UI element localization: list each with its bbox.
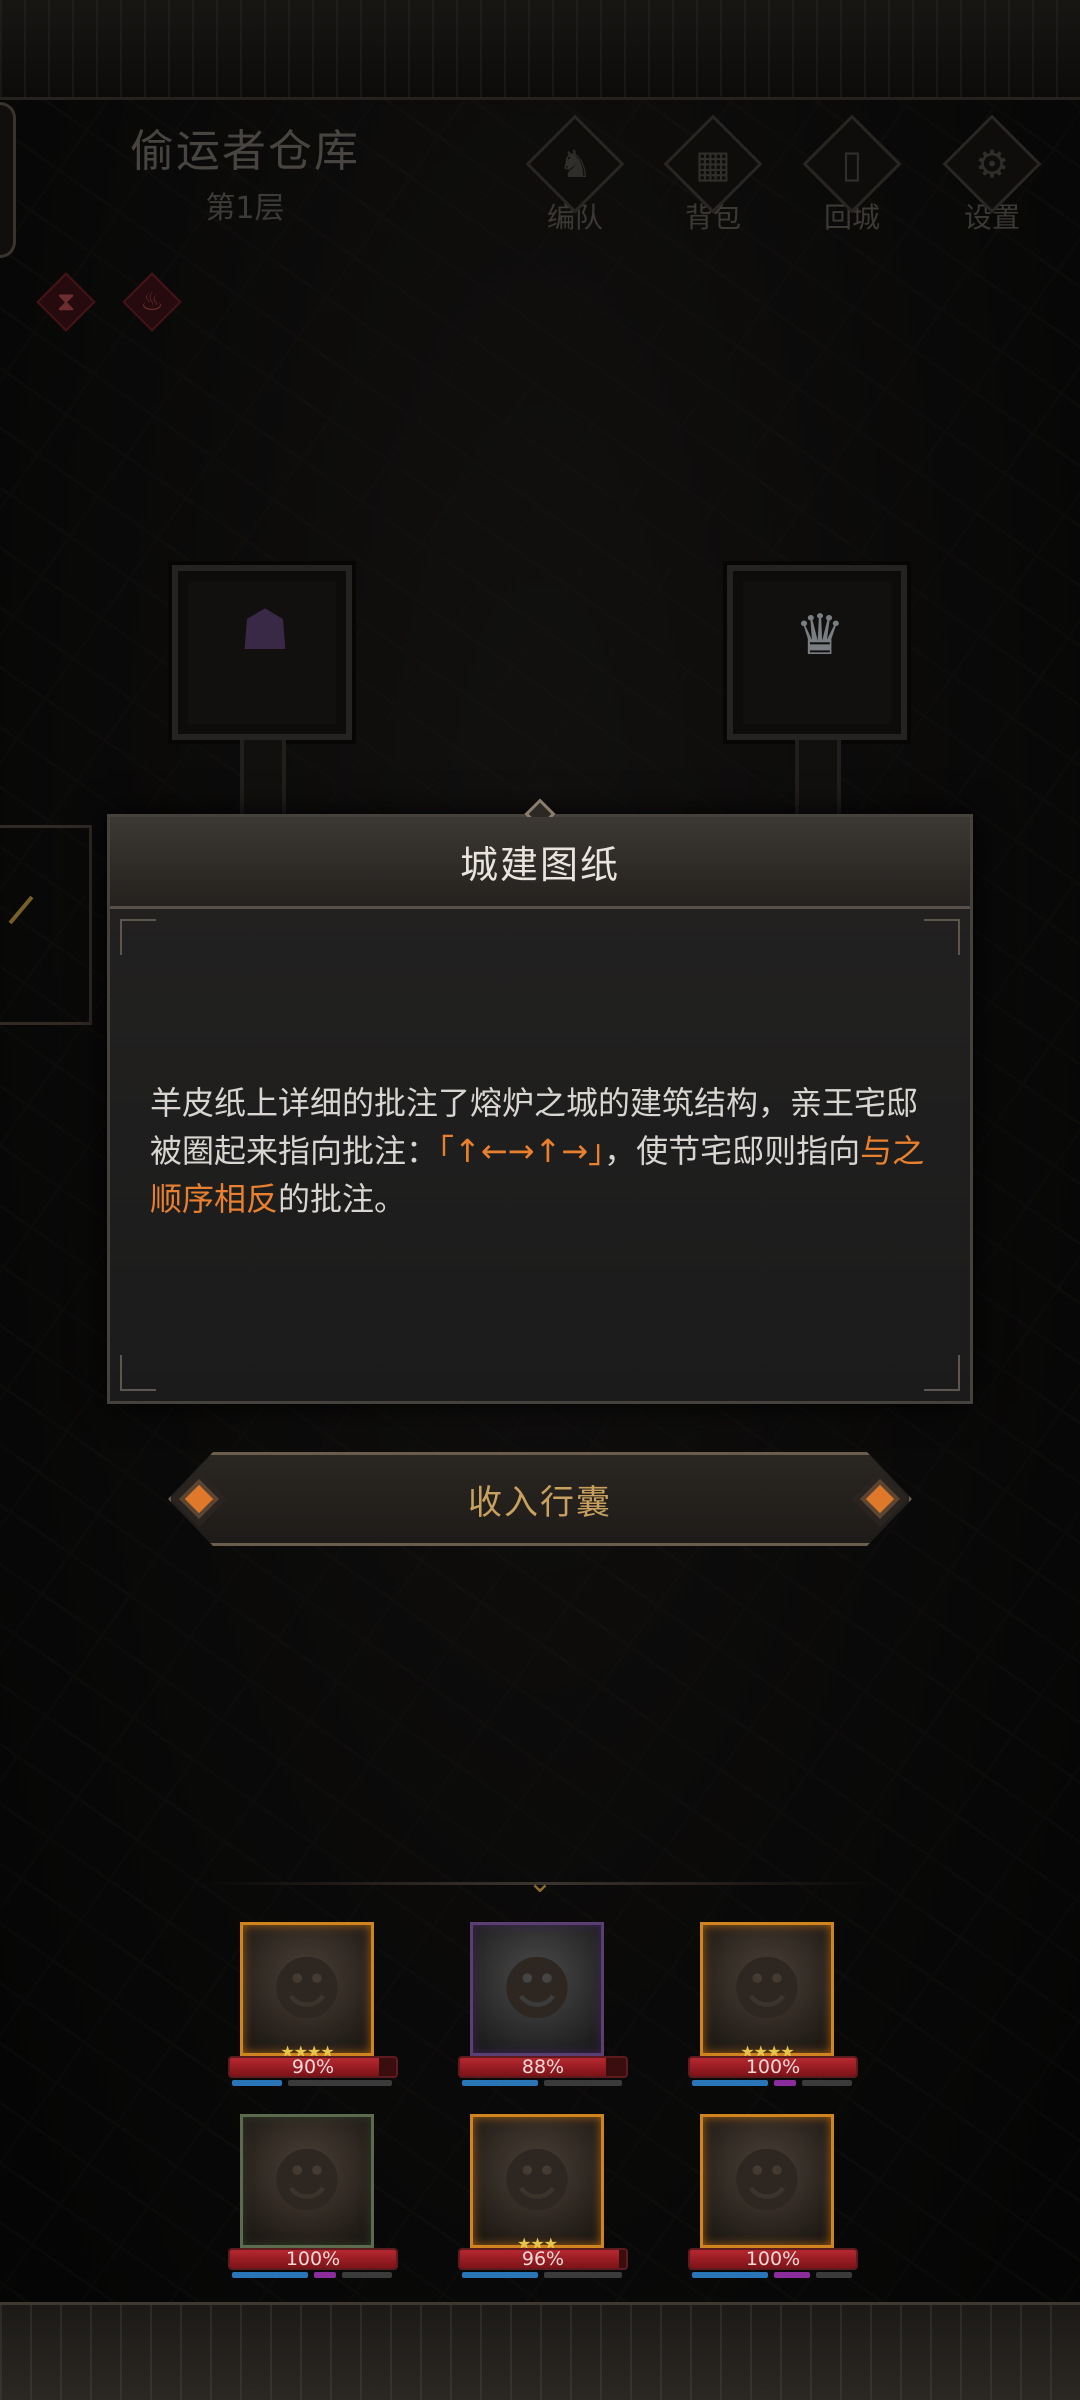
collect-item-label: 收入行囊 xyxy=(468,1482,612,1523)
mana-bar xyxy=(462,2080,622,2088)
corner-ornament xyxy=(120,919,156,955)
hp-percent: 90% xyxy=(291,2056,335,2078)
corner-ornament xyxy=(924,919,960,955)
hp-bar: 96% xyxy=(458,2248,628,2270)
corner-ornament xyxy=(924,1355,960,1391)
hp-bar: 88% xyxy=(458,2056,628,2078)
direction-sequence: 「↑←→↑→」 xyxy=(438,1132,605,1170)
hp-percent: 96% xyxy=(521,2248,565,2270)
hero-portrait: ☻ xyxy=(700,2114,834,2248)
mana-bar xyxy=(232,2272,392,2280)
hp-bar: 90% xyxy=(228,2056,398,2078)
hero-portrait: ☻ xyxy=(240,1922,374,2056)
hp-percent: 88% xyxy=(521,2056,565,2078)
hero-portrait: ☻ xyxy=(470,2114,604,2248)
dialog-description: 羊皮纸上详细的批注了熔炉之城的建筑结构，亲王宅邸被圈起来指向批注：「↑←→↑→」… xyxy=(150,1079,940,1223)
description-text: ，使节宅邸则指向 xyxy=(604,1132,861,1170)
corner-ornament xyxy=(120,1355,156,1391)
chevron-down-icon[interactable]: ⌄ xyxy=(520,1862,560,1902)
hp-percent: 100% xyxy=(745,2056,801,2078)
hp-bar: 100% xyxy=(688,2056,858,2078)
description-text: 的批注。 xyxy=(278,1180,407,1218)
bottom-frame xyxy=(0,2302,1080,2400)
mana-bar xyxy=(232,2080,392,2088)
hp-bar: 100% xyxy=(688,2248,858,2270)
item-dialog: 城建图纸 羊皮纸上详细的批注了熔炉之城的建筑结构，亲王宅邸被圈起来指向批注：「↑… xyxy=(107,798,973,1404)
collect-item-button[interactable]: 收入行囊 xyxy=(168,1452,912,1546)
dialog-title: 城建图纸 xyxy=(459,843,620,887)
hp-bar: 100% xyxy=(228,2248,398,2270)
mana-bar xyxy=(692,2080,852,2088)
hp-percent: 100% xyxy=(285,2248,341,2270)
hero-portrait: ☻ xyxy=(240,2114,374,2248)
hp-percent: 100% xyxy=(745,2248,801,2270)
mana-bar xyxy=(692,2272,852,2280)
dialog-title-bar: 城建图纸 xyxy=(110,817,970,909)
hero-portrait: ☻ xyxy=(700,1922,834,2056)
mana-bar xyxy=(462,2272,622,2280)
hero-portrait: ☻ xyxy=(470,1922,604,2056)
